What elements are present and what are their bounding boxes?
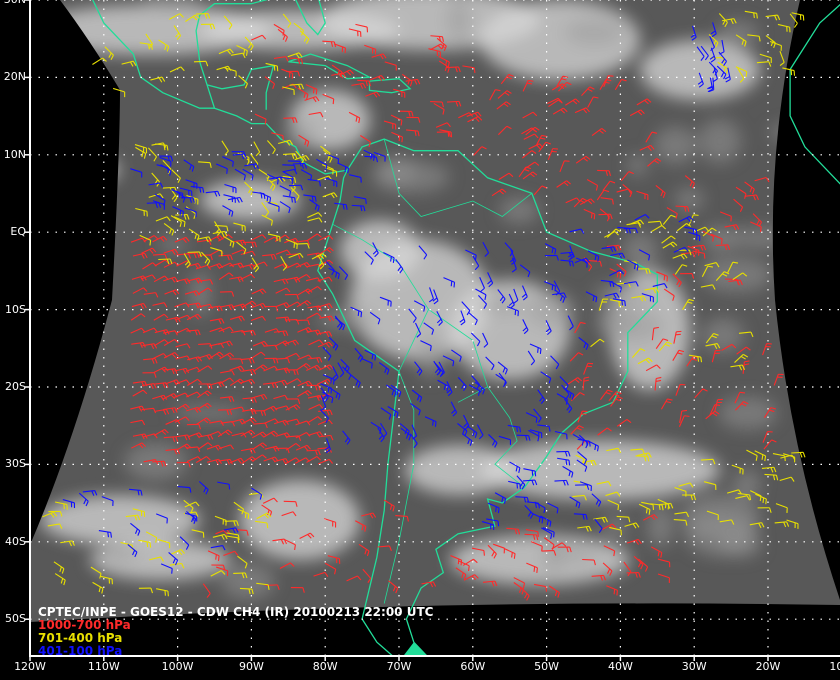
image-title: CPTEC/INPE - GOES12 - CDW CH4 (IR) 20100… xyxy=(38,605,434,619)
lon-label: 30W xyxy=(681,660,707,673)
lat-label: 50S xyxy=(5,612,26,626)
legend-mid-level: 701-400 hPa xyxy=(38,631,123,645)
lat-label: 30S xyxy=(5,457,26,471)
lon-label: 10W xyxy=(829,660,840,673)
lat-label: 30N xyxy=(0,0,26,6)
lon-label: 100W xyxy=(161,660,194,673)
lon-label: 20W xyxy=(755,660,781,673)
lon-label: 120W xyxy=(14,660,46,673)
lon-label: 40W xyxy=(607,660,633,673)
lon-label: 70W xyxy=(386,660,412,673)
lon-label: 110W xyxy=(87,660,120,673)
lat-label: EQ xyxy=(10,225,26,239)
lat-label: 10S xyxy=(5,302,26,316)
lat-label: 10N xyxy=(3,147,26,161)
legend-low-level: 1000-700 hPa xyxy=(38,618,131,632)
map-canvas xyxy=(0,0,840,680)
lat-label: 40S xyxy=(5,534,26,548)
lon-label: 60W xyxy=(460,660,486,673)
lon-label: 90W xyxy=(238,660,264,673)
legend-high-level: 401-100 hPa xyxy=(38,644,123,658)
lon-label: 50W xyxy=(534,660,560,673)
satellite-wind-map: 30N 20N 10N EQ 10S 20S 30S 40S 50S 120W 110W 100W 9… xyxy=(0,0,840,680)
coastline xyxy=(789,3,840,185)
lon-label: 80W xyxy=(312,660,338,673)
lat-label: 20N xyxy=(3,70,26,84)
lat-label: 20S xyxy=(5,380,26,393)
